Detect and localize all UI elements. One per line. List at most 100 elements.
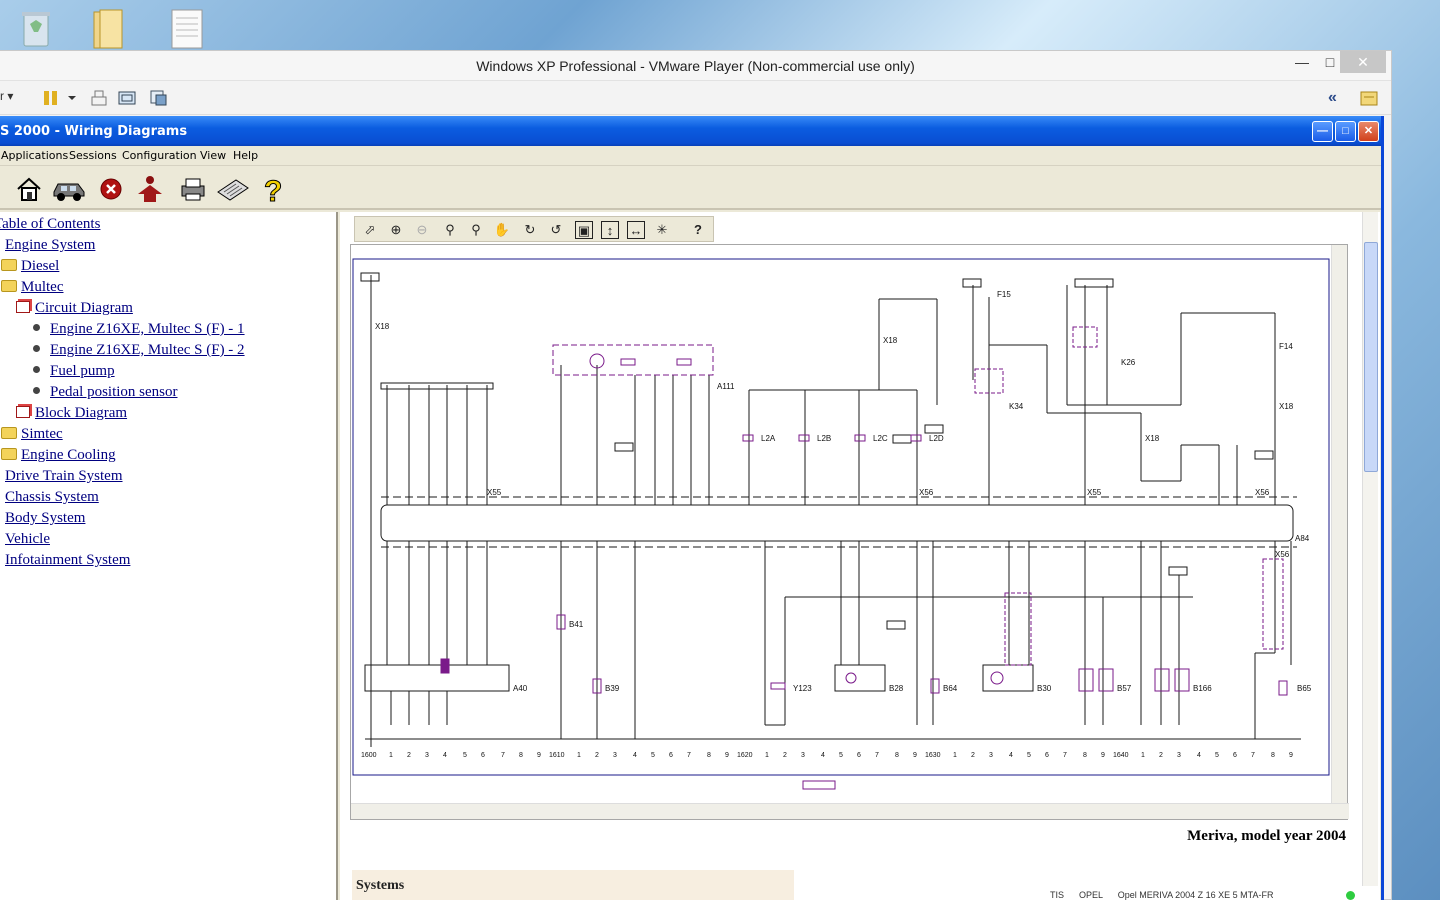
app-close-button[interactable]: ✕: [1358, 121, 1379, 142]
pause-button[interactable]: [44, 89, 80, 107]
tree-item-engine-cooling[interactable]: Engine Cooling: [1, 447, 116, 467]
tree-item-engine-system[interactable]: Engine System: [0, 237, 95, 257]
status-indicator-icon: [1346, 891, 1355, 900]
app-window: S 2000 - Wiring Diagrams — □ ✕ Applicati…: [0, 116, 1384, 900]
label-x18b: X18: [883, 336, 898, 345]
tree-item-engine-z16xe-1[interactable]: Engine Z16XE, Multec S (F) - 1: [33, 321, 245, 341]
axis-digit: 2: [407, 752, 411, 759]
tree-item-label: Circuit Diagram: [35, 300, 133, 316]
status-bar: TIS OPEL Opel MERIVA 2004 Z 16 XE 5 MTA-…: [1050, 890, 1273, 900]
zoom-out-icon[interactable]: ⊖: [413, 221, 431, 239]
zoom-area-icon[interactable]: ⚲: [467, 221, 485, 239]
keyboard-icon[interactable]: [216, 174, 249, 204]
axis-digit: 5: [463, 752, 467, 759]
axis-digit: 6: [1233, 752, 1237, 759]
folder-icon: [1, 427, 17, 439]
menu-view[interactable]: View: [200, 149, 226, 162]
library-icon[interactable]: [1360, 89, 1378, 107]
bullet-icon: [33, 387, 40, 394]
tree-item-multec[interactable]: Multec: [1, 279, 64, 299]
axis-digit: 7: [501, 752, 505, 759]
pan-hand-icon[interactable]: ✋: [493, 221, 511, 239]
wiring-diagram-viewer: X18 X18 X18 X18 F15 F14 K26 K34 A111 L2A…: [350, 244, 1349, 820]
axis-digit: 8: [519, 752, 523, 759]
tree-item-body-system[interactable]: Body System: [0, 510, 85, 530]
label-k26: K26: [1121, 358, 1136, 367]
axis-digit: 1: [389, 752, 393, 759]
label-b30: B30: [1037, 684, 1052, 693]
label-a84: A84: [1295, 534, 1310, 543]
tree-item-circuit-diagram[interactable]: Circuit Diagram: [16, 300, 133, 320]
label-y123: Y123: [793, 684, 812, 693]
menu-sessions[interactable]: Sessions: [69, 149, 117, 162]
tree-item-pedal-position-sensor[interactable]: Pedal position sensor: [33, 384, 178, 404]
tree-item-label: Block Diagram: [35, 405, 128, 421]
app-titlebar: S 2000 - Wiring Diagrams — □ ✕: [0, 116, 1381, 146]
tree-item-chassis-system[interactable]: Chassis System: [0, 489, 99, 509]
zoom-in-icon[interactable]: ⊕: [387, 221, 405, 239]
tree-item-fuel-pump[interactable]: Fuel pump: [33, 363, 115, 383]
axis-digit: 5: [839, 752, 843, 759]
fit-page-icon[interactable]: ▣: [575, 221, 593, 239]
text-document-icon[interactable]: [168, 6, 204, 50]
close-button[interactable]: ✕: [1340, 51, 1386, 73]
person-icon[interactable]: [134, 174, 164, 204]
zoom-icon[interactable]: ⚲: [441, 221, 459, 239]
tree-item-infotainment-system[interactable]: Infotainment System: [0, 552, 130, 572]
scrollbar-thumb[interactable]: [1364, 242, 1378, 472]
fit-height-icon[interactable]: ↕: [601, 221, 619, 239]
wiring-diagram[interactable]: X18 X18 X18 X18 F15 F14 K26 K34 A111 L2A…: [351, 245, 1349, 805]
menu-applications[interactable]: Applications: [1, 149, 68, 162]
axis-digit: 9: [537, 752, 541, 759]
rotate-right-icon[interactable]: ↻: [521, 221, 539, 239]
content-vertical-scrollbar[interactable]: [1362, 212, 1378, 886]
tree-item-label: Vehicle: [5, 531, 50, 547]
tree-item-vehicle[interactable]: Vehicle: [0, 531, 50, 551]
devices-icon[interactable]: [90, 89, 108, 107]
printer-icon[interactable]: [178, 174, 208, 204]
folder-icon[interactable]: [90, 6, 126, 50]
axis-digit: 2: [971, 752, 975, 759]
axis-digit: 7: [1251, 752, 1255, 759]
axis-digit: 7: [1063, 752, 1067, 759]
home-icon[interactable]: [14, 174, 44, 204]
tree-item-table-of-contents[interactable]: Table of Contents: [0, 216, 100, 236]
bullet-icon: [33, 324, 40, 331]
tree-item-diesel[interactable]: Diesel: [1, 258, 59, 278]
axis-digit: 8: [1271, 752, 1275, 759]
axis-digit: 9: [1289, 752, 1293, 759]
unity-icon[interactable]: [150, 89, 168, 107]
tree-item-block-diagram[interactable]: Block Diagram: [16, 405, 127, 425]
tree-item-label: Chassis System: [5, 489, 99, 505]
select-pointer-icon[interactable]: ⬀: [361, 221, 379, 239]
collapse-left-icon[interactable]: «: [1328, 89, 1337, 107]
help-icon[interactable]: ?: [260, 174, 290, 209]
tree-item-drive-train-system[interactable]: Drive Train System: [0, 468, 123, 488]
tree-item-label: Engine Cooling: [21, 447, 116, 463]
menu-configuration[interactable]: Configuration: [122, 149, 197, 162]
axis-digit: 7: [687, 752, 691, 759]
recycle-bin-icon[interactable]: [18, 6, 54, 50]
app-maximize-button[interactable]: □: [1335, 121, 1356, 142]
vmware-toolbar: r ▾ «: [0, 81, 1391, 115]
axis-digit: 4: [821, 752, 825, 759]
diagram-vertical-scrollbar[interactable]: [1331, 245, 1347, 805]
fit-width-icon[interactable]: ↔: [627, 221, 645, 239]
stop-icon[interactable]: [98, 174, 128, 204]
car-icon[interactable]: [52, 174, 85, 204]
fullscreen-icon[interactable]: [118, 89, 136, 107]
rotate-left-icon[interactable]: ↺: [547, 221, 565, 239]
diagram-horizontal-scrollbar[interactable]: [351, 803, 1349, 819]
label-x56b: X56: [1255, 488, 1270, 497]
menu-help[interactable]: Help: [233, 149, 258, 162]
folder-icon: [1, 448, 17, 460]
diagram-help-icon[interactable]: ?: [689, 221, 707, 239]
highlight-icon[interactable]: ✳: [653, 221, 671, 239]
app-minimize-button[interactable]: —: [1312, 121, 1333, 142]
axis-digit: 2: [783, 752, 787, 759]
player-menu[interactable]: r ▾: [0, 89, 13, 107]
tree-item-engine-z16xe-2[interactable]: Engine Z16XE, Multec S (F) - 2: [33, 342, 245, 362]
svg-text:?: ?: [264, 175, 282, 204]
tree-item-simtec[interactable]: Simtec: [1, 426, 63, 446]
folder-icon: [1, 259, 17, 271]
